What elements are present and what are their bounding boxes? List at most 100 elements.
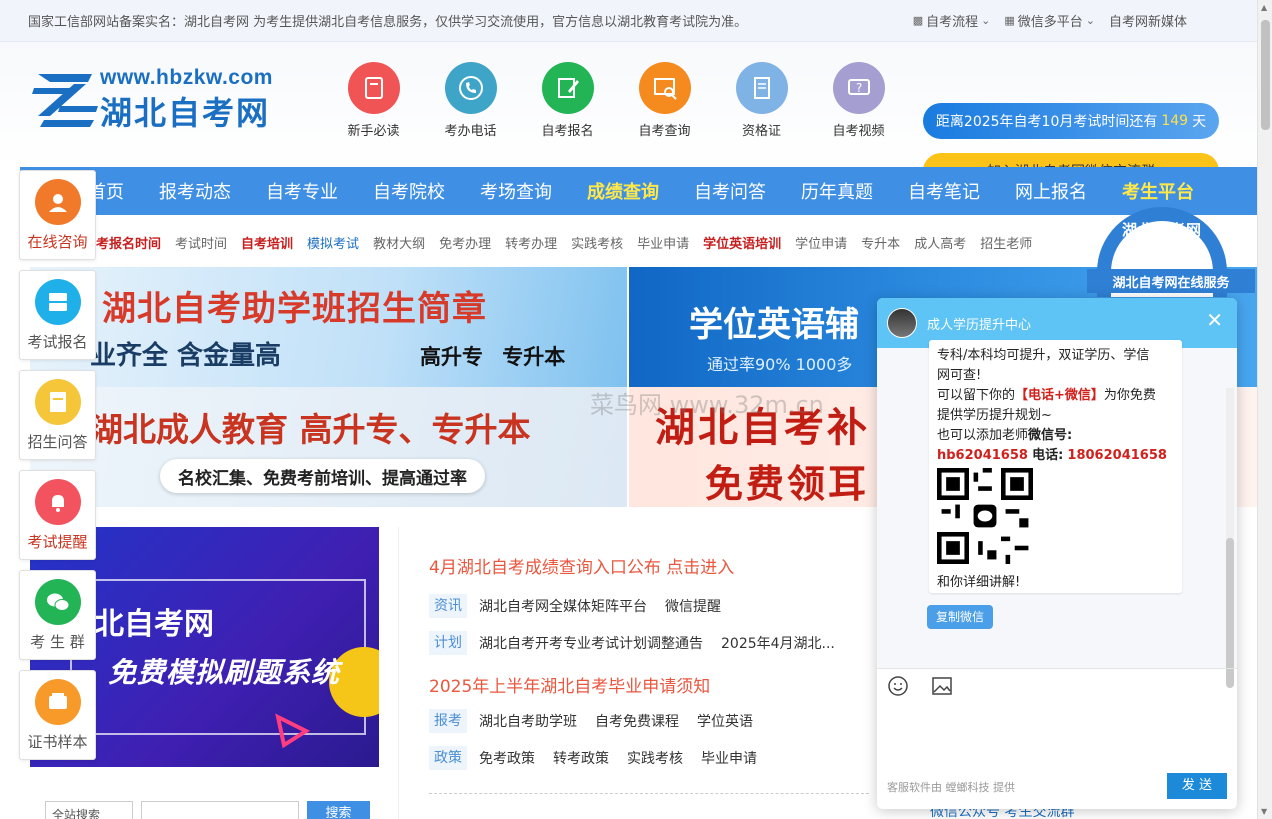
subnav-item[interactable]: 学位申请: [795, 233, 847, 252]
quick-link-video[interactable]: ? 自考视频: [810, 62, 907, 139]
subnav-item[interactable]: 专升本: [861, 233, 900, 252]
quick-link-certificate[interactable]: 资格证: [713, 62, 810, 139]
exam-countdown: 距离2025年自考10月考试时间还有 149 天: [923, 103, 1219, 139]
nav-exam-sites[interactable]: 考场查询: [480, 178, 552, 204]
process-link[interactable]: ▩ 自考流程 ⌄: [913, 11, 991, 30]
main-nav: 首页 报考动态 自考专业 自考院校 考场查询 成绩查询 自考问答 历年真题 自考…: [20, 167, 1257, 215]
subnav-item[interactable]: 实践考核: [571, 233, 623, 252]
qr-code-icon: [937, 468, 1033, 564]
sidebar-certificate-sample[interactable]: 证书样本: [19, 670, 96, 760]
logo-url: www.hbzkw.com: [100, 66, 273, 89]
news-headline[interactable]: 2025年上半年湖北自考毕业申请须知: [429, 672, 710, 697]
nav-student-platform[interactable]: 考生平台: [1122, 178, 1194, 204]
sidebar-exam-register[interactable]: 考试报名: [19, 270, 96, 360]
image-icon[interactable]: [931, 675, 953, 697]
news-link[interactable]: 湖北自考开考专业考试计划调整通告: [479, 633, 703, 653]
chevron-down-icon: ⌄: [981, 14, 991, 27]
search-input[interactable]: [141, 801, 299, 819]
news-link[interactable]: 实践考核: [627, 748, 683, 768]
subnav-item[interactable]: 转考办理: [505, 233, 557, 252]
subnav-item[interactable]: 教材大纲: [373, 233, 425, 252]
site-search: 全站搜索 搜索: [45, 801, 370, 819]
scroll-thumb[interactable]: [1261, 20, 1270, 130]
news-row: 政策 免考政策 转考政策 实践考核 毕业申请: [429, 746, 775, 770]
wechat-platforms-link[interactable]: ▦ 微信多平台 ⌄: [1004, 11, 1095, 30]
seal-caption: 湖北自考网在线服务: [1087, 269, 1255, 293]
news-link[interactable]: 微信提醒: [665, 596, 721, 616]
chat-toolbar: [877, 668, 1237, 702]
news-tag[interactable]: 资讯: [429, 594, 467, 618]
scroll-down-icon[interactable]: ▼: [1261, 807, 1267, 816]
nav-news[interactable]: 报考动态: [159, 178, 231, 204]
chat-messages: 专科/本科均可提升，双证学历、学信 网可查! 可以留下你的【电话+微信】为你免费…: [877, 340, 1237, 688]
news-tag[interactable]: 计划: [429, 631, 467, 655]
quick-link-phone[interactable]: 考办电话: [422, 62, 519, 139]
news-link[interactable]: 2025年4月湖北...: [721, 633, 835, 653]
server-icon: [34, 279, 81, 325]
logo-name: 湖北自考网: [100, 94, 271, 132]
chat-widget: 成人学历提升中心 ✕ 专科/本科均可提升，双证学历、学信 网可查! 可以留下你的…: [877, 298, 1237, 809]
banner-adult-education[interactable]: 湖北成人教育 高升专、专升本 名校汇集、免费考前培训、提高通过率: [30, 387, 627, 507]
close-icon[interactable]: ✕: [1206, 308, 1223, 332]
countdown-days: 149: [1161, 113, 1189, 129]
quick-link-register[interactable]: 自考报名: [519, 62, 616, 139]
sub-nav: 考报名时间 考试时间 自考培训 模拟考试 教材大纲 免考办理 转考办理 实践考核…: [96, 217, 1046, 267]
chat-scrollbar[interactable]: [1226, 388, 1234, 688]
svg-text:?: ?: [856, 81, 862, 95]
banner-tutoring-class[interactable]: 湖北自考助学班招生简章 业齐全 含金量高 高升专 专升本: [30, 267, 627, 387]
copy-wechat-button[interactable]: 复制微信: [927, 605, 994, 629]
edit-icon: [541, 62, 594, 114]
site-logo[interactable]: www.hbzkw.com 湖北自考网: [30, 64, 275, 134]
header: www.hbzkw.com 湖北自考网 新手必读 考办电话 自考报名 自考查询: [0, 42, 1257, 189]
subnav-item[interactable]: 学位英语培训: [703, 233, 781, 252]
quick-link-beginner[interactable]: 新手必读: [325, 62, 422, 139]
nav-online-register[interactable]: 网上报名: [1015, 178, 1087, 204]
news-tag[interactable]: 政策: [429, 746, 467, 770]
sidebar-enroll-qa[interactable]: 招生问答: [19, 370, 96, 460]
floating-sidebar: 在线咨询 考试报名 招生问答 考试提醒 考 生 群 证书样本: [19, 170, 96, 770]
scroll-up-icon[interactable]: ▲: [1261, 3, 1267, 12]
emoji-icon[interactable]: [887, 675, 909, 697]
video-chat-icon: ?: [832, 62, 885, 114]
subnav-item[interactable]: 毕业申请: [637, 233, 689, 252]
online-service-seal[interactable]: 湖北自考网 湖北自考网在线服务: [1087, 207, 1257, 297]
subnav-item[interactable]: 招生老师: [980, 233, 1032, 252]
send-button[interactable]: 发 送: [1167, 773, 1227, 799]
page-scrollbar[interactable]: ▲ ▼: [1257, 0, 1272, 819]
news-link[interactable]: 湖北自考网全媒体矩阵平台: [479, 596, 647, 616]
logo-mark-icon: [32, 74, 98, 127]
subnav-item[interactable]: 模拟考试: [307, 233, 359, 252]
nav-qa[interactable]: 自考问答: [694, 178, 766, 204]
quick-link-query[interactable]: 自考查询: [616, 62, 713, 139]
subnav-item[interactable]: 成人高考: [914, 233, 966, 252]
subnav-item[interactable]: 自考培训: [241, 233, 293, 252]
search-scope-select[interactable]: 全站搜索: [45, 801, 133, 819]
nav-notes[interactable]: 自考笔记: [908, 178, 980, 204]
sidebar-student-group[interactable]: 考 生 群: [19, 570, 96, 660]
sidebar-online-consult[interactable]: 在线咨询: [19, 170, 96, 260]
news-link[interactable]: 免考政策: [479, 748, 535, 768]
news-panel: 4月湖北自考成绩查询入口公布 点击进入 资讯 湖北自考网全媒体矩阵平台 微信提醒…: [398, 527, 878, 819]
subnav-item[interactable]: 考报名时间: [96, 233, 161, 252]
news-link[interactable]: 湖北自考助学班: [479, 711, 577, 731]
news-tag[interactable]: 报考: [429, 709, 467, 733]
news-link[interactable]: 学位英语: [697, 711, 753, 731]
sidebar-exam-reminder[interactable]: 考试提醒: [19, 470, 96, 560]
divider: [429, 793, 869, 794]
nav-past-papers[interactable]: 历年真题: [801, 178, 873, 204]
subnav-item[interactable]: 考试时间: [175, 233, 227, 252]
news-link[interactable]: 毕业申请: [701, 748, 757, 768]
book-icon: [347, 62, 400, 114]
news-headline[interactable]: 4月湖北自考成绩查询入口公布 点击进入: [429, 553, 734, 578]
subnav-item[interactable]: 免考办理: [439, 233, 491, 252]
bell-icon: [34, 479, 81, 525]
news-link[interactable]: 转考政策: [553, 748, 609, 768]
nav-schools[interactable]: 自考院校: [373, 178, 445, 204]
news-row: 报考 湖北自考助学班 自考免费课程 学位英语: [429, 709, 771, 733]
new-media-link[interactable]: 自考网新媒体: [1109, 11, 1187, 30]
news-link[interactable]: 自考免费课程: [595, 711, 679, 731]
search-button[interactable]: 搜索: [307, 801, 370, 819]
nav-scores[interactable]: 成绩查询: [587, 178, 659, 204]
avatar: [887, 308, 917, 338]
nav-majors[interactable]: 自考专业: [266, 178, 338, 204]
